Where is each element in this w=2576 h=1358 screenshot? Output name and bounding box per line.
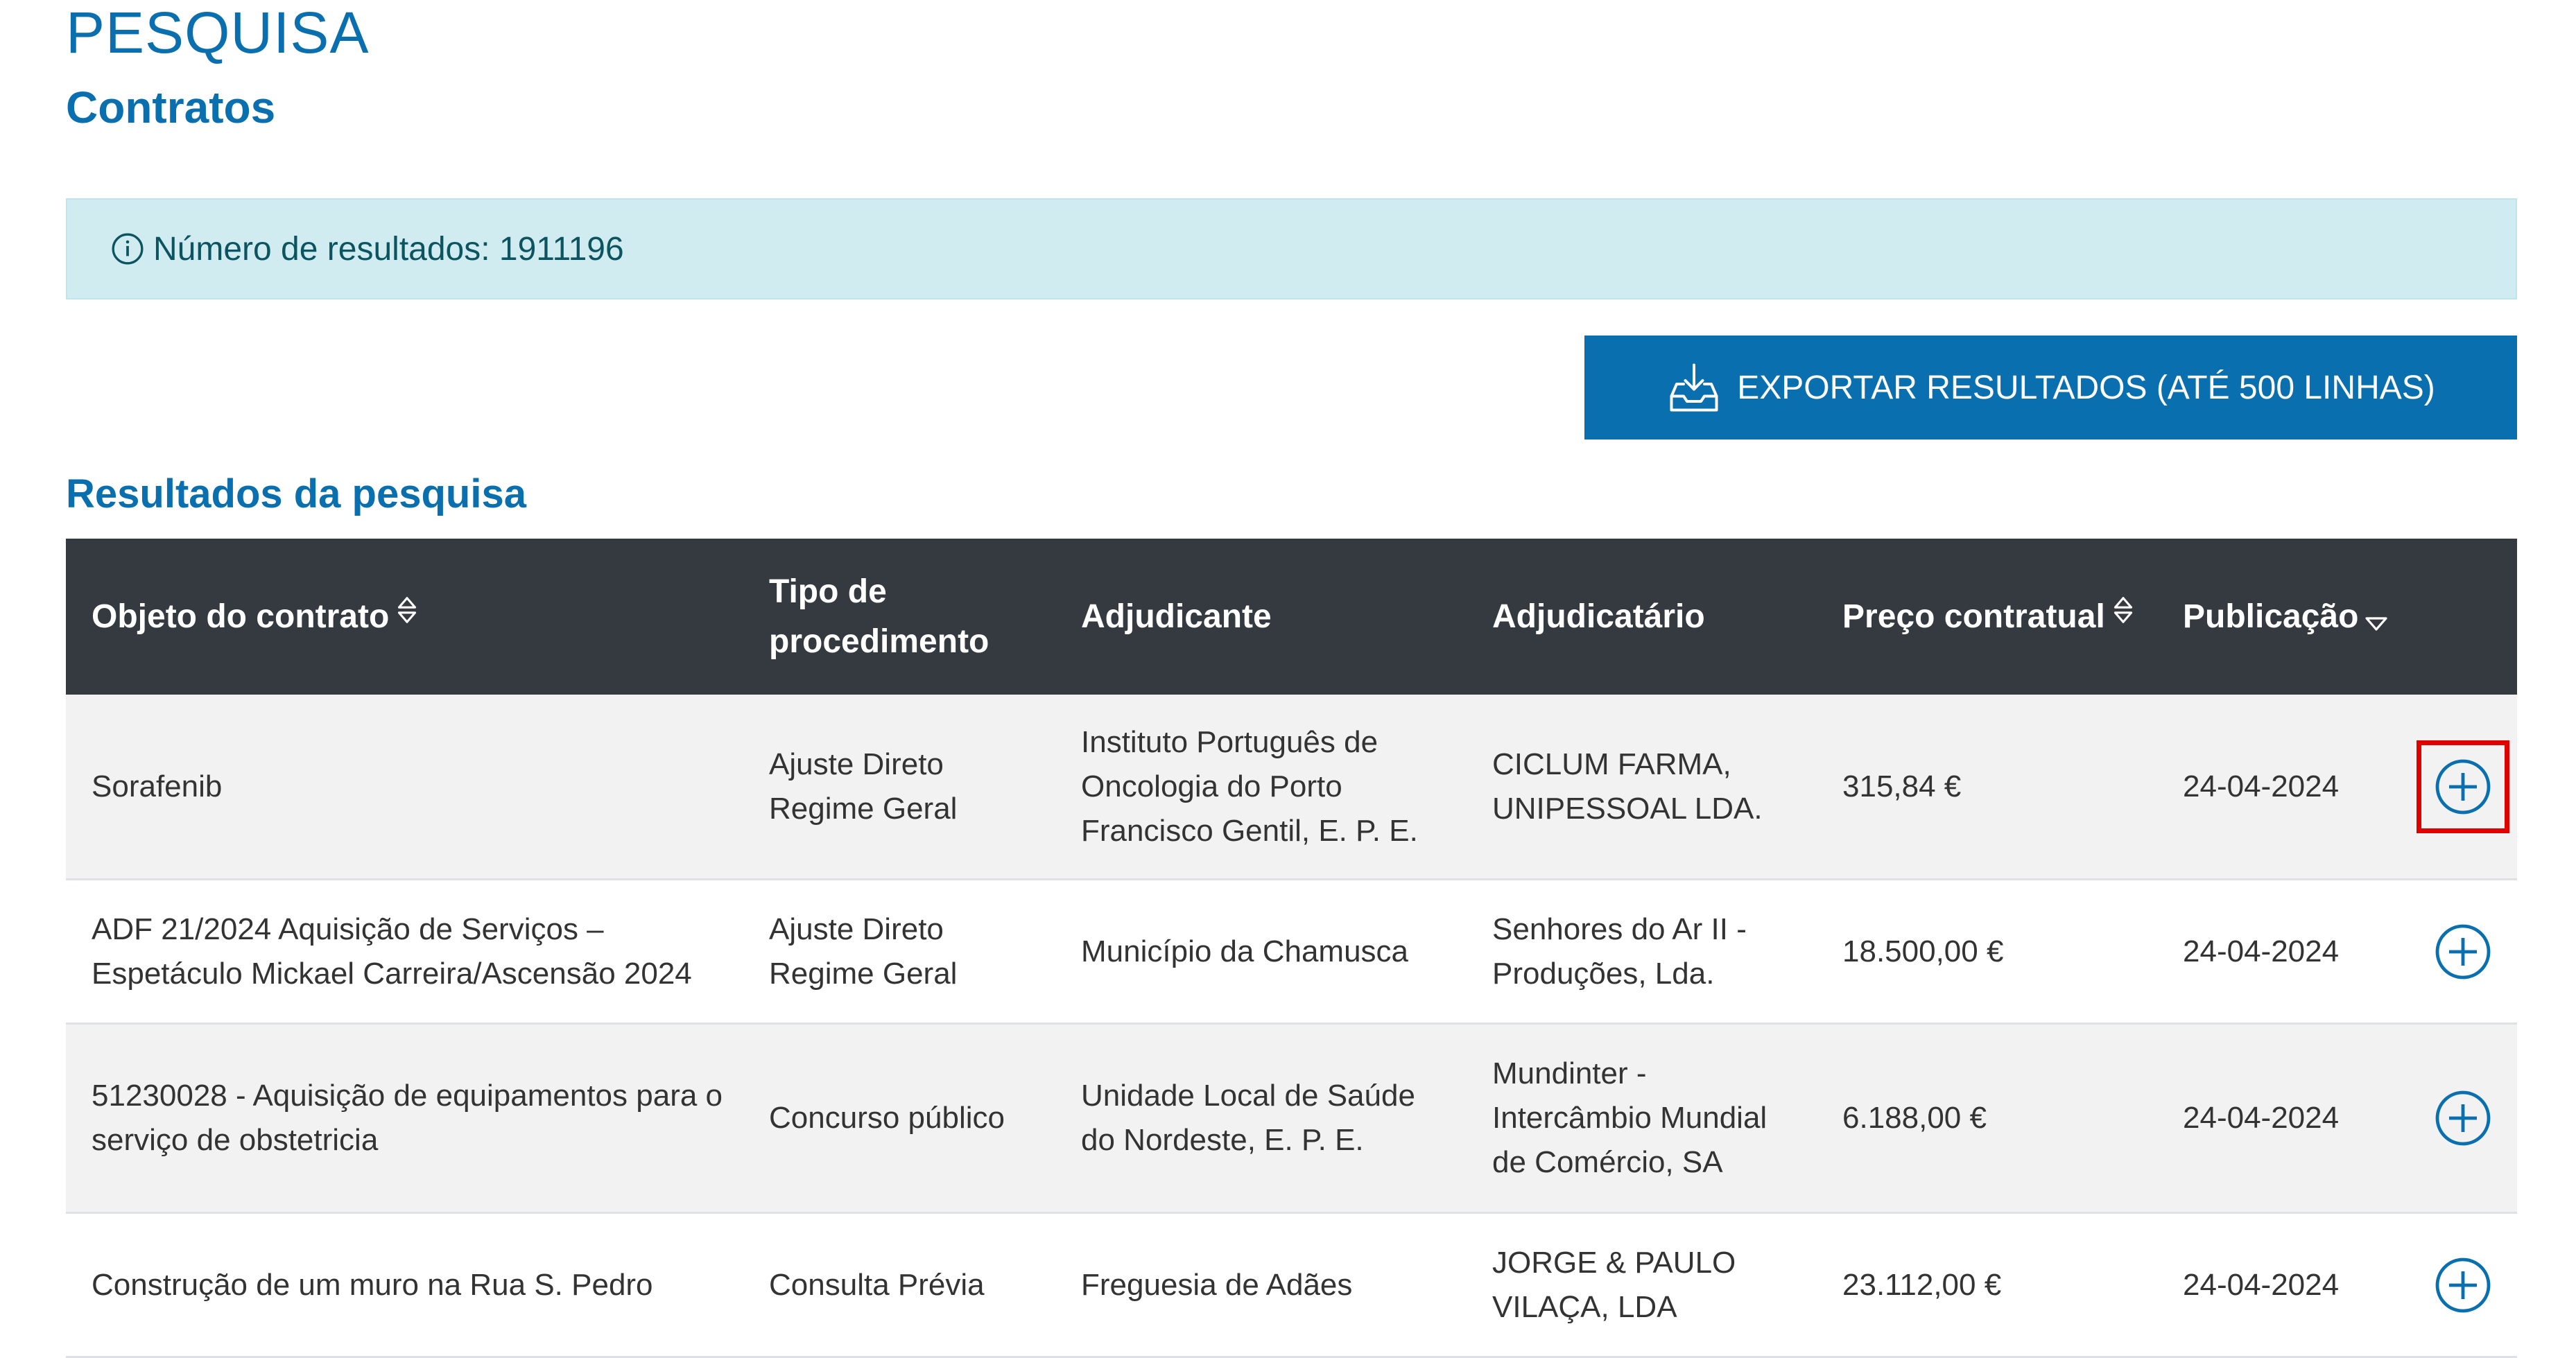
col-header-preco[interactable]: Preço contratual [1842,539,2136,695]
table-row: Sorafenib Ajuste Direto Regime Geral Ins… [66,695,2517,880]
col-header-adjudicatario-label: Adjudicatário [1492,598,1705,635]
cell-preco: 23.112,00 € [1842,1267,2002,1302]
col-header-adjudicante: Adjudicante [1081,539,1272,695]
expand-row-button[interactable] [2434,1089,2492,1147]
cell-tipo: Ajuste Direto Regime Geral [769,912,958,991]
cell-publicacao: 24-04-2024 [2183,934,2340,968]
cell-adjudicante: Unidade Local de Saúde do Nordeste, E. P… [1081,1079,1415,1157]
cell-tipo: Consulta Prévia [769,1267,985,1302]
cell-preco: 18.500,00 € [1842,934,2004,968]
page-subtitle: Contratos [66,82,276,132]
table-row: ADF 21/2024 Aquisição de Serviços – Espe… [66,880,2517,1025]
download-tray-icon [1670,363,1718,412]
plus-circle-icon [2435,1090,2491,1146]
cell-tipo: Concurso público [769,1101,1005,1135]
col-header-objeto[interactable]: Objeto do contrato [92,539,420,695]
cell-adjudicatario: JORGE & PAULO VILAÇA, LDA [1492,1245,1736,1324]
cell-adjudicatario: Mundinter - Intercâmbio Mundial de Comér… [1492,1056,1767,1179]
col-header-preco-label: Preço contratual [1842,598,2105,635]
cell-preco: 315,84 € [1842,769,1962,803]
col-header-objeto-label: Objeto do contrato [92,598,390,635]
plus-circle-icon [2435,924,2491,979]
export-results-label: EXPORTAR RESULTADOS (ATÉ 500 LINHAS) [1737,369,2435,406]
cell-adjudicante: Município da Chamusca [1081,934,1409,968]
cell-preco: 6.188,00 € [1842,1101,1987,1135]
contracts-search-page: PESQUISA Contratos Número de resultados:… [0,0,2576,1358]
cell-adjudicante: Instituto Português de Oncologia do Port… [1081,724,1418,848]
page-title: PESQUISA [66,0,370,65]
table-row: Construção de um muro na Rua S. Pedro Co… [66,1214,2517,1358]
table-header: Objeto do contrato Tipo de procedimento … [66,539,2517,695]
cell-adjudicatario: Senhores do Ar II - Produções, Lda. [1492,912,1747,991]
col-header-publicacao[interactable]: Publicação [2183,539,2389,695]
cell-publicacao: 24-04-2024 [2183,1267,2340,1302]
cell-adjudicante: Freguesia de Adães [1081,1267,1353,1302]
col-header-adjudicante-label: Adjudicante [1081,598,1272,635]
results-count-text: Número de resultados: 1911196 [153,230,624,268]
cell-objeto: 51230028 - Aquisição de equipamentos par… [92,1079,723,1157]
info-icon [112,233,144,265]
table-row: 51230028 - Aquisição de equipamentos par… [66,1025,2517,1214]
cell-adjudicatario: CICLUM FARMA, UNIPESSOAL LDA. [1492,747,1763,826]
cell-publicacao: 24-04-2024 [2183,1101,2340,1135]
col-header-publicacao-label: Publicação [2183,598,2359,635]
results-table: Objeto do contrato Tipo de procedimento … [66,539,2517,1358]
plus-circle-icon [2435,759,2491,814]
expand-row-button[interactable] [2417,740,2509,833]
plus-circle-icon [2435,1257,2491,1312]
results-heading: Resultados da pesquisa [66,471,526,516]
sort-desc-icon[interactable] [2364,587,2389,647]
cell-tipo: Ajuste Direto Regime Geral [769,747,958,826]
expand-row-button[interactable] [2434,1256,2492,1314]
sort-icon[interactable] [2111,592,2136,642]
col-header-tipo-label: Tipo de procedimento [769,573,989,660]
cell-objeto: ADF 21/2024 Aquisição de Serviços – Espe… [92,912,692,991]
cell-objeto: Sorafenib [92,769,223,803]
sort-icon[interactable] [395,592,420,642]
col-header-tipo: Tipo de procedimento [769,539,1032,695]
col-header-adjudicatario: Adjudicatário [1492,539,1705,695]
export-results-button[interactable]: EXPORTAR RESULTADOS (ATÉ 500 LINHAS) [1584,336,2517,439]
cell-publicacao: 24-04-2024 [2183,769,2340,803]
cell-objeto: Construção de um muro na Rua S. Pedro [92,1267,653,1302]
results-count-alert: Número de resultados: 1911196 [66,198,2517,299]
expand-row-button[interactable] [2434,923,2492,981]
